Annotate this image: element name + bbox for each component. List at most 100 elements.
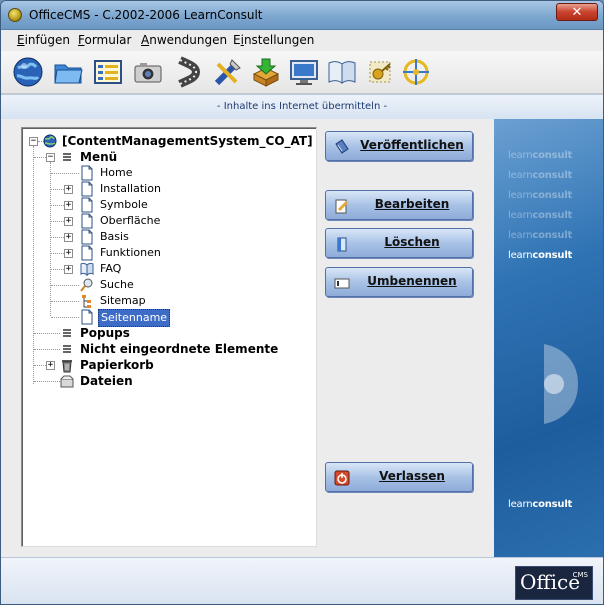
faq-icon [80, 262, 94, 277]
rename-label: Umbenennen [367, 274, 457, 288]
window-title: OfficeCMS - C.2002-2006 LearnConsult [29, 8, 263, 22]
app-icon [8, 8, 22, 22]
edit-icon [335, 199, 349, 214]
toolbar-form-button[interactable] [91, 55, 125, 89]
brand-logo: learnconsult [508, 250, 573, 261]
toolbar-film-button[interactable] [171, 55, 205, 89]
tree-menu-collapse-toggle[interactable]: − [46, 153, 55, 162]
exit-label: Verlassen [379, 469, 445, 483]
tree-node-sitemap[interactable]: Sitemap [100, 293, 146, 309]
film-icon [178, 56, 201, 88]
tree-node-popups[interactable]: Popups [80, 325, 130, 341]
tree-symbole-expand-toggle[interactable]: + [64, 201, 73, 210]
menu-anwendungen[interactable]: Anwendungen [141, 33, 227, 47]
toolbar-download-button[interactable] [249, 55, 283, 89]
folder-icon [54, 64, 83, 84]
tree-node-unassigned[interactable]: Nicht eingeordnete Elemente [80, 341, 278, 357]
exit-button[interactable]: Verlassen [325, 462, 473, 492]
tree-funktionen-expand-toggle[interactable]: + [64, 249, 73, 258]
app-window: OfficeCMS - C.2002-2006 LearnConsult ✕ E… [0, 0, 604, 605]
toolbar-tools-button[interactable] [211, 55, 245, 89]
delete-label: Löschen [384, 235, 440, 249]
menu-bar: Einfügen Formular Anwendungen Einstellun… [1, 30, 603, 50]
tree-trash-expand-toggle[interactable]: + [46, 361, 55, 370]
tree-node-home[interactable]: Home [100, 165, 132, 181]
tools-icon [214, 59, 241, 86]
trash-icon [62, 360, 72, 373]
page-icon [81, 165, 93, 181]
tree-node-oberflaeche[interactable]: Oberfläche [100, 213, 160, 229]
download-box-icon [252, 58, 280, 87]
rename-icon [334, 278, 350, 289]
toolbar-compass-button[interactable] [399, 55, 433, 89]
toolbar-globe-button[interactable] [11, 55, 45, 89]
menu-list-icon [63, 329, 71, 337]
brand-logo-faded: learnconsult [508, 150, 573, 161]
tree-node-faq[interactable]: FAQ [100, 261, 121, 277]
brand-logo-faded: learnconsult [508, 230, 573, 241]
menu-einfuegen[interactable]: Einfügen [17, 33, 70, 47]
brand-logo-faded: learnconsult [508, 170, 573, 181]
tree-basis-expand-toggle[interactable]: + [64, 233, 73, 242]
page-icon [81, 197, 93, 213]
form-icon [94, 60, 122, 84]
page-icon [81, 229, 93, 245]
tree-faq-expand-toggle[interactable]: + [64, 265, 73, 274]
tree-oberflaeche-expand-toggle[interactable]: + [64, 217, 73, 226]
status-hint: - Inhalte ins Internet übermitteln - [1, 94, 603, 120]
key-icon [369, 61, 391, 83]
globe-icon [43, 134, 57, 148]
page-icon [81, 213, 93, 229]
brand-panel: learnconsult learnconsult learnconsult l… [494, 119, 603, 557]
tree-node-files[interactable]: Dateien [80, 373, 133, 389]
files-box-icon [60, 375, 74, 388]
publish-icon [335, 139, 349, 154]
publish-button[interactable]: Veröffentlichen [325, 131, 473, 161]
menu-list-icon [63, 345, 71, 353]
toolbar-camera-button[interactable] [131, 55, 165, 89]
brand-logo-faded: learnconsult [508, 190, 573, 201]
globe-icon [13, 57, 43, 87]
menu-formular[interactable]: Formular [78, 33, 131, 47]
title-bar[interactable]: OfficeCMS - C.2002-2006 LearnConsult ✕ [1, 1, 603, 30]
tree-installation-expand-toggle[interactable]: + [64, 185, 73, 194]
site-tree[interactable]: − [ContentManagementSystem_CO_AT] − Menü… [21, 127, 317, 547]
menu-einstellungen[interactable]: Einstellungen [233, 33, 314, 47]
tree-node-installation[interactable]: Installation [100, 181, 161, 197]
compass-icon [403, 59, 429, 85]
tree-root-node[interactable]: [ContentManagementSystem_CO_AT] [62, 133, 313, 149]
search-icon [80, 278, 93, 292]
brand-logo-bottom: learnconsult [508, 499, 573, 510]
toolbar-book-button[interactable] [325, 55, 359, 89]
tree-root-collapse-toggle[interactable]: − [29, 137, 38, 146]
tree-node-suche[interactable]: Suche [100, 277, 134, 293]
toolbar-folder-button[interactable] [51, 55, 85, 89]
power-icon [334, 470, 350, 486]
edit-button[interactable]: Bearbeiten [325, 190, 473, 220]
brand-swirl-icon [544, 344, 578, 424]
tree-node-menu[interactable]: Menü [80, 149, 117, 165]
menu-list-icon [63, 153, 71, 161]
monitor-icon [290, 60, 318, 85]
tree-node-symbole[interactable]: Symbole [100, 197, 148, 213]
officecms-logo: Office CMS [515, 566, 593, 600]
tree-node-funktionen[interactable]: Funktionen [100, 245, 161, 261]
content-area: − [ContentManagementSystem_CO_AT] − Menü… [1, 119, 603, 557]
page-icon [81, 245, 93, 261]
page-icon [81, 309, 93, 325]
edit-label: Bearbeiten [374, 197, 450, 211]
tree-node-basis[interactable]: Basis [100, 229, 129, 245]
tree-node-trash[interactable]: Papierkorb [80, 357, 154, 373]
toolbar-monitor-button[interactable] [287, 55, 321, 89]
brand-logo-faded: learnconsult [508, 210, 573, 221]
sitemap-icon [82, 295, 91, 308]
close-button[interactable]: ✕ [556, 3, 598, 21]
rename-button[interactable]: Umbenennen [325, 267, 473, 297]
camera-icon [134, 63, 162, 83]
publish-label: Veröffentlichen [360, 138, 464, 152]
toolbar-key-button[interactable] [363, 55, 397, 89]
delete-button[interactable]: Löschen [325, 228, 473, 258]
toolbar [1, 51, 603, 94]
book-icon [328, 61, 356, 84]
page-icon [81, 181, 93, 197]
